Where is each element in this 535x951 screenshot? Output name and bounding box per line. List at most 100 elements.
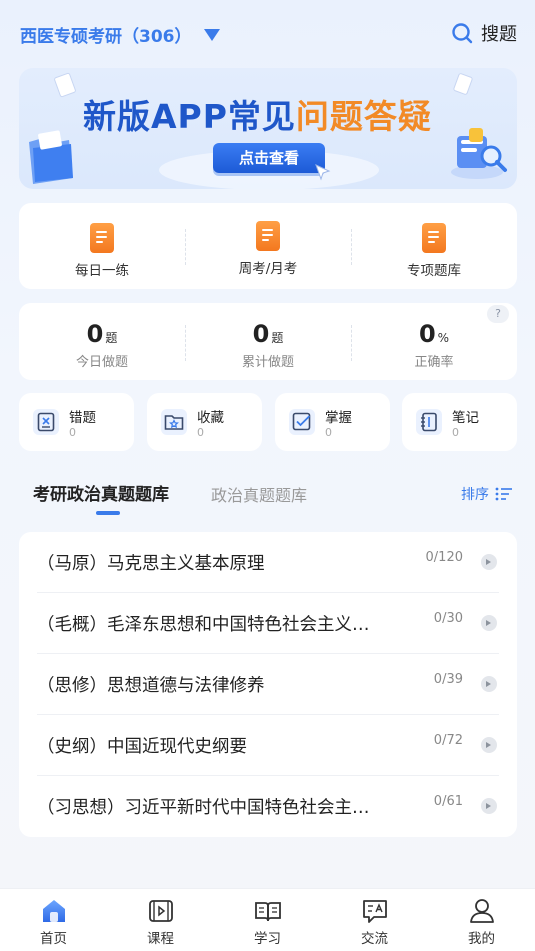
notebook-icon [416, 409, 442, 435]
special-bank-label: 专项题库 [407, 263, 461, 279]
nav-profile[interactable]: 我的 [428, 889, 535, 951]
search-button[interactable]: 搜题 [451, 20, 517, 46]
nav-profile-label: 我的 [468, 931, 495, 947]
top-bar: 西医专硕考研（306） 搜题 [0, 0, 535, 70]
subject-selector[interactable]: 西医专硕考研（306） [20, 22, 220, 47]
stat-total: 0题 累计做题 [185, 303, 351, 380]
nav-community[interactable]: 交流 [321, 889, 428, 951]
tab-politics-exam-bank[interactable]: 考研政治真题题库 [33, 480, 169, 505]
dropdown-triangle-icon [203, 28, 220, 41]
paper-icon [54, 72, 76, 98]
folder-icon [29, 130, 73, 184]
favorites-card[interactable]: 收藏 0 [147, 393, 262, 451]
bank-tabs: 考研政治真题题库 政治真题题库 排序 [33, 480, 513, 520]
list-item[interactable]: （马原）马克思主义基本原理 0/120 [37, 532, 499, 593]
weekly-monthly-exam-entry[interactable]: 周考/月考 [185, 203, 351, 289]
nav-home[interactable]: 首页 [0, 889, 107, 951]
stat-accuracy-unit: % [437, 331, 450, 345]
wrong-questions-label: 错题 [69, 409, 96, 426]
weekly-exam-icon [256, 221, 280, 251]
subject-name: （思修）思想道德与法律修养 [37, 675, 265, 696]
stats-card: 0题 今日做题 0题 累计做题 0% 正确率 ? [19, 303, 517, 380]
favorites-count: 0 [197, 425, 204, 439]
stat-total-unit: 题 [271, 331, 284, 345]
subject-progress: 0/30 [433, 611, 463, 626]
nav-courses[interactable]: 课程 [107, 889, 214, 951]
wrong-questions-icon [33, 409, 59, 435]
favorites-label: 收藏 [197, 409, 224, 426]
home-icon [42, 900, 65, 922]
special-bank-icon [422, 223, 446, 253]
banner-title: 新版APP常见问题答疑 [83, 90, 432, 138]
daily-practice-entry[interactable]: 每日一练 [19, 203, 185, 289]
practice-card: 每日一练 周考/月考 专项题库 [19, 203, 517, 289]
nav-study-label: 学习 [254, 931, 281, 947]
nav-community-label: 交流 [361, 931, 388, 947]
subject-progress: 0/72 [433, 733, 463, 748]
subject-name: （习思想）习近平新时代中国特色社会主… [37, 798, 370, 818]
list-item[interactable]: （习思想）习近平新时代中国特色社会主… 0/61 [37, 776, 499, 837]
folder-star-icon [161, 409, 187, 435]
list-item[interactable]: （史纲）中国近现代史纲要 0/72 [37, 715, 499, 776]
chat-bubble-icon [362, 900, 387, 923]
stat-today-unit: 题 [105, 331, 118, 345]
paper-icon-2 [453, 73, 473, 95]
stat-accuracy-label: 正确率 [414, 355, 454, 370]
sort-button[interactable]: 排序 [461, 484, 513, 504]
stat-today-value: 0 [86, 320, 104, 348]
nav-study[interactable]: 学习 [214, 889, 321, 951]
stat-today: 0题 今日做题 [19, 303, 185, 380]
help-button[interactable]: ? [487, 305, 509, 323]
search-icon [452, 23, 473, 44]
active-tab-indicator [96, 511, 120, 515]
special-question-bank-entry[interactable]: 专项题库 [351, 203, 517, 289]
stat-accuracy-value: 0 [418, 320, 436, 348]
faq-banner[interactable]: 新版APP常见问题答疑 点击查看 [19, 68, 517, 189]
tab-politics-bank[interactable]: 政治真题题库 [211, 482, 307, 506]
user-profile-icon [469, 899, 494, 923]
stat-total-label: 累计做题 [241, 355, 294, 370]
weekly-exam-label: 周考/月考 [238, 261, 298, 277]
sort-label: 排序 [461, 487, 489, 503]
bottom-nav: 首页 课程 学习 交流 我的 [0, 888, 535, 951]
sort-list-icon [495, 487, 512, 501]
nav-courses-label: 课程 [147, 931, 174, 947]
cursor-icon [315, 164, 331, 181]
chevron-right-icon [481, 554, 497, 570]
notes-count: 0 [452, 425, 459, 439]
banner-title-highlight: 问题答疑 [295, 97, 432, 136]
notes-card[interactable]: 笔记 0 [402, 393, 517, 451]
daily-practice-icon [90, 223, 114, 253]
stat-today-label: 今日做题 [75, 355, 128, 370]
checkbox-icon [289, 409, 315, 435]
open-book-icon [254, 902, 281, 922]
subject-progress: 0/39 [433, 672, 463, 687]
subject-progress: 0/61 [433, 794, 463, 809]
subject-label: 西医专硕考研（306） [20, 27, 192, 47]
nav-home-label: 首页 [40, 931, 67, 947]
subject-list: （马原）马克思主义基本原理 0/120 （毛概）毛泽东思想和中国特色社会主义… … [19, 532, 517, 837]
mastered-label: 掌握 [325, 409, 352, 426]
banner-title-main: 新版APP常见 [83, 97, 296, 136]
subject-name: （史纲）中国近现代史纲要 [37, 736, 247, 757]
daily-practice-label: 每日一练 [75, 263, 129, 279]
magnifier-icon [451, 128, 507, 179]
subject-name: （毛概）毛泽东思想和中国特色社会主义… [37, 614, 370, 635]
search-label: 搜题 [481, 24, 517, 45]
chevron-right-icon [481, 737, 497, 753]
mastered-count: 0 [325, 425, 332, 439]
stat-total-value: 0 [252, 320, 270, 348]
subject-name: （马原）马克思主义基本原理 [37, 553, 265, 574]
chevron-right-icon [481, 798, 497, 814]
list-item[interactable]: （思修）思想道德与法律修养 0/39 [37, 654, 499, 715]
notes-label: 笔记 [452, 409, 479, 426]
banner-view-button[interactable]: 点击查看 [213, 143, 325, 173]
wrong-questions-count: 0 [69, 425, 76, 439]
subject-progress: 0/120 [425, 550, 463, 565]
wrong-questions-card[interactable]: 错题 0 [19, 393, 134, 451]
chevron-right-icon [481, 615, 497, 631]
list-item[interactable]: （毛概）毛泽东思想和中国特色社会主义… 0/30 [37, 593, 499, 654]
mastered-card[interactable]: 掌握 0 [275, 393, 390, 451]
video-course-icon [148, 900, 173, 922]
chevron-right-icon [481, 676, 497, 692]
